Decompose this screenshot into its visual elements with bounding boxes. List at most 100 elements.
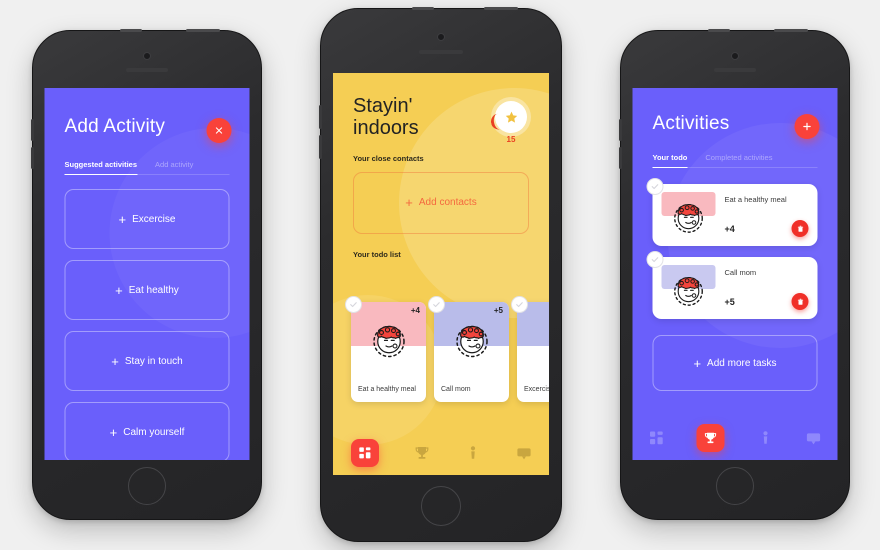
tab-your-todo[interactable]: Your todo	[652, 153, 688, 168]
avatar	[667, 195, 711, 239]
suggestion-label: Eat healthy	[128, 284, 179, 296]
power-button[interactable]	[483, 7, 518, 10]
front-camera-icon	[731, 52, 739, 60]
plus-icon: +	[111, 353, 119, 369]
phone-3-tabs: Your todo Completed activities	[652, 153, 818, 168]
suggestion-eat-healthy[interactable]: + Eat healthy	[64, 260, 230, 320]
phone-3-header: Activities	[633, 88, 838, 135]
volume-down-button[interactable]	[31, 147, 34, 169]
add-contacts-button[interactable]: + Add contacts	[353, 171, 529, 234]
phone-device-2: Stayin' indoors 15 Your close contacts +	[319, 7, 562, 542]
silent-switch[interactable]	[119, 29, 142, 32]
suggested-activities-list: + Excercise + Eat healthy + Stay in touc…	[45, 175, 250, 460]
avatar	[667, 268, 711, 312]
home-button[interactable]	[128, 467, 166, 505]
nav-item-dashboard[interactable]	[350, 439, 379, 467]
suggestion-excercise[interactable]: + Excercise	[64, 189, 230, 249]
card-check-toggle[interactable]	[511, 296, 528, 313]
card-check-toggle[interactable]	[345, 296, 362, 313]
grid-icon	[650, 431, 663, 445]
tab-divider	[64, 174, 230, 175]
suggestion-label: Stay in touch	[124, 355, 183, 367]
delete-button[interactable]	[791, 293, 809, 310]
suggestion-calm-yourself[interactable]: + Calm yourself	[64, 402, 230, 460]
silent-switch[interactable]	[707, 29, 730, 32]
tab-suggested-activities[interactable]: Suggested activities	[64, 160, 138, 175]
silent-switch[interactable]	[412, 7, 435, 10]
table-row[interactable]: Eat a healthy meal +4	[646, 178, 818, 246]
star-icon	[505, 111, 517, 123]
card-check-toggle[interactable]	[428, 296, 445, 313]
row-check-toggle[interactable]	[646, 178, 664, 195]
phone-device-3: Activities Your todo Completed activitie…	[619, 29, 850, 520]
earpiece-speaker	[419, 50, 463, 54]
add-more-tasks-button[interactable]: + Add more tasks	[652, 335, 818, 391]
volume-down-button[interactable]	[619, 147, 622, 169]
home-button[interactable]	[421, 486, 461, 526]
suggestion-stay-in-touch[interactable]: + Stay in touch	[64, 331, 230, 391]
card-points: +4	[410, 306, 420, 315]
trophy-icon	[705, 432, 717, 444]
points-badge[interactable]: 15	[489, 101, 527, 144]
plus-icon: +	[109, 424, 118, 440]
nav-item-achievements[interactable]	[696, 424, 725, 452]
todo-list-label: Your todo list	[353, 249, 401, 259]
volume-down-button[interactable]	[319, 135, 322, 159]
front-camera-icon	[437, 33, 445, 41]
plus-icon: +	[115, 282, 123, 298]
todo-card[interactable]: +5 Call mom	[428, 296, 509, 402]
nav-item-dashboard[interactable]	[649, 430, 665, 446]
earpiece-speaker	[714, 68, 756, 72]
power-button[interactable]	[773, 29, 808, 32]
activity-rows: Eat a healthy meal +4 Call mom +5 + Add …	[633, 168, 838, 391]
suggestion-label: Calm yourself	[123, 426, 185, 438]
card-caption: Eat a healthy meal	[358, 385, 416, 393]
row-label: Call mom	[724, 268, 757, 277]
add-activity-app: Add Activity Suggested activities Add ac…	[44, 88, 250, 460]
nav-item-messages[interactable]	[516, 445, 532, 461]
close-contacts-label: Your close contacts	[353, 153, 424, 163]
card-caption: Excercise	[524, 385, 549, 393]
plus-icon: +	[118, 211, 127, 227]
volume-up-button[interactable]	[619, 119, 622, 141]
todo-card[interactable]: +3 Excercise	[511, 296, 549, 402]
avatar	[448, 316, 496, 364]
table-row[interactable]: Call mom +5	[646, 251, 818, 319]
chat-icon	[516, 448, 531, 460]
phone-device-1: Add Activity Suggested activities Add ac…	[31, 29, 262, 520]
badge-count: 15	[506, 135, 516, 144]
trophy-icon	[415, 447, 428, 459]
earpiece-speaker	[126, 68, 168, 72]
nav-item-profile[interactable]	[465, 445, 481, 461]
tab-completed-activities[interactable]: Completed activities	[705, 153, 772, 168]
front-camera-icon	[143, 52, 151, 60]
phone-1-header: Add Activity	[45, 88, 250, 138]
add-more-tasks-label: Add more tasks	[707, 357, 777, 369]
check-icon	[516, 302, 523, 308]
nav-item-profile[interactable]	[757, 430, 773, 446]
phone-1-screen: Add Activity Suggested activities Add ac…	[44, 88, 250, 460]
home-button[interactable]	[716, 467, 754, 505]
row-check-toggle[interactable]	[646, 251, 664, 268]
avatar	[365, 316, 413, 364]
grid-icon	[358, 447, 370, 459]
power-button[interactable]	[185, 29, 220, 32]
todo-card-list[interactable]: +4 Eat a healthy meal +5 Call mom Excerc…	[345, 296, 549, 402]
volume-up-button[interactable]	[319, 105, 322, 129]
nav-item-achievements[interactable]	[414, 445, 430, 461]
tab-add-activity[interactable]: Add activity	[155, 160, 193, 175]
trash-icon	[797, 298, 803, 305]
phone-2-screen: Stayin' indoors 15 Your close contacts +	[333, 73, 549, 475]
activities-app: Activities Your todo Completed activitie…	[632, 88, 838, 460]
delete-button[interactable]	[791, 220, 809, 237]
page-title: Add Activity	[64, 116, 166, 137]
phone-1-tabs: Suggested activities Add activity	[64, 160, 230, 175]
card-caption: Call mom	[441, 385, 471, 393]
check-icon	[651, 257, 659, 263]
todo-card[interactable]: +4 Eat a healthy meal	[345, 296, 426, 402]
row-points: +5	[724, 297, 735, 307]
person-icon	[470, 446, 475, 459]
chat-icon	[806, 433, 820, 445]
volume-up-button[interactable]	[31, 119, 34, 141]
nav-item-messages[interactable]	[805, 430, 821, 446]
